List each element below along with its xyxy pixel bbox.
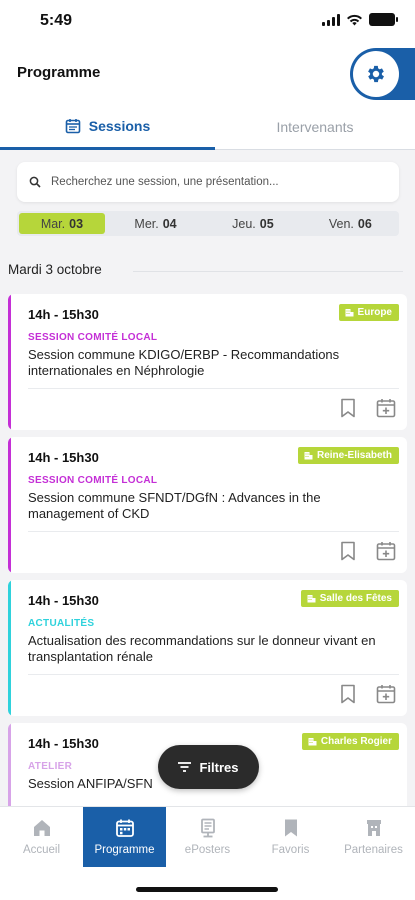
room-badge: Charles Rogier	[301, 733, 399, 750]
session-time: 14h - 15h30	[28, 593, 99, 608]
session-category: ACTUALITÉS	[28, 618, 95, 629]
filters-label: Filtres	[199, 759, 239, 775]
nav-programme[interactable]: Programme	[83, 807, 166, 867]
nav-label: Partenaires	[344, 844, 403, 856]
bookmark-icon[interactable]	[340, 541, 356, 561]
session-time: 14h - 15h30	[28, 307, 99, 322]
home-icon	[33, 820, 50, 836]
day-number: 03	[69, 216, 84, 231]
session-category: ATELIER	[28, 761, 73, 772]
bookmark-icon	[284, 819, 297, 837]
signal-icon	[322, 13, 340, 26]
partners-icon	[366, 820, 381, 836]
tab-speakers[interactable]: Intervenants	[215, 104, 415, 150]
bottom-nav: Accueil Programme ePosters Favoris Parte…	[0, 806, 415, 900]
session-title: Session commune SFNDT/DGfN : Advances in…	[28, 490, 321, 521]
home-indicator	[136, 887, 278, 892]
session-time: 14h - 15h30	[28, 450, 99, 465]
room-name: Salle des Fêtes	[319, 593, 392, 604]
session-title: Actualisation des recommandations sur le…	[28, 633, 376, 664]
nav-favoris[interactable]: Favoris	[249, 807, 332, 867]
session-card[interactable]: 14h - 15h30 Salle des Fêtes ACTUALITÉS A…	[8, 580, 407, 716]
building-icon	[307, 595, 316, 603]
filters-button[interactable]: Filtres	[158, 745, 259, 789]
bookmark-icon[interactable]	[340, 684, 356, 704]
page-title: Programme	[17, 64, 101, 81]
session-title: Session commune KDIGO/ERBP - Recommandat…	[28, 347, 340, 378]
day-selector: Mar. 03 Mer. 04 Jeu. 05 Ven. 06	[17, 211, 399, 236]
nav-label: Programme	[94, 844, 155, 856]
day-name: Ven.	[328, 216, 354, 231]
card-divider	[28, 674, 399, 675]
room-name: Reine-Elisabeth	[316, 450, 392, 461]
date-section-label: Mardi 3 octobre	[8, 262, 102, 277]
bookmark-icon[interactable]	[340, 398, 356, 418]
tab-sessions[interactable]: Sessions	[0, 104, 215, 150]
day-tab-mer[interactable]: Mer. 04	[108, 212, 203, 235]
building-icon	[345, 309, 354, 317]
calendar-icon	[115, 819, 134, 837]
nav-label: Accueil	[22, 844, 61, 856]
nav-partenaires[interactable]: Partenaires	[332, 807, 415, 867]
category-color-bar	[8, 294, 11, 430]
day-name: Mer.	[134, 216, 159, 231]
status-bar: 5:49	[0, 0, 415, 44]
settings-button[interactable]	[350, 48, 415, 100]
search-icon	[29, 176, 41, 188]
session-card[interactable]: 14h - 15h30 Europe SESSION COMITÉ LOCAL …	[8, 294, 407, 430]
gear-icon	[368, 65, 384, 83]
calendar-icon	[65, 118, 81, 133]
battery-icon	[369, 13, 398, 26]
wifi-icon	[347, 14, 362, 25]
category-color-bar	[8, 437, 11, 573]
search-bar	[17, 162, 399, 202]
add-to-calendar-icon[interactable]	[376, 684, 396, 704]
nav-eposters[interactable]: ePosters	[166, 807, 249, 867]
day-tab-ven[interactable]: Ven. 06	[303, 212, 398, 235]
category-color-bar	[8, 580, 11, 716]
add-to-calendar-icon[interactable]	[376, 541, 396, 561]
poster-icon	[200, 818, 215, 838]
search-input[interactable]	[51, 176, 381, 188]
app-header: Programme	[0, 44, 415, 104]
day-number: 04	[162, 216, 177, 231]
building-icon	[304, 452, 313, 460]
building-icon	[308, 738, 317, 746]
add-to-calendar-icon[interactable]	[376, 398, 396, 418]
category-color-bar	[8, 723, 11, 806]
room-badge: Europe	[338, 304, 399, 321]
session-category: SESSION COMITÉ LOCAL	[28, 332, 158, 343]
card-divider	[28, 388, 399, 389]
room-badge: Reine-Elisabeth	[297, 447, 399, 464]
status-time: 5:49	[40, 12, 73, 29]
nav-label: Favoris	[271, 844, 310, 856]
nav-label: ePosters	[184, 844, 231, 856]
section-divider	[133, 271, 403, 272]
session-category: SESSION COMITÉ LOCAL	[28, 475, 158, 486]
tab-bar: Sessions Intervenants	[0, 104, 415, 150]
session-card[interactable]: 14h - 15h30 Reine-Elisabeth SESSION COMI…	[8, 437, 407, 573]
filter-icon	[178, 762, 192, 772]
day-name: Mar.	[40, 216, 66, 231]
day-number: 06	[357, 216, 372, 231]
tab-speakers-label: Intervenants	[276, 119, 354, 135]
day-name: Jeu.	[232, 216, 256, 231]
day-tab-jeu[interactable]: Jeu. 05	[205, 212, 300, 235]
session-time: 14h - 15h30	[28, 736, 99, 751]
tab-sessions-label: Sessions	[88, 117, 151, 134]
room-name: Charles Rogier	[320, 736, 392, 747]
settings-button-inner	[353, 51, 399, 97]
room-badge: Salle des Fêtes	[300, 590, 399, 607]
room-name: Europe	[357, 307, 392, 318]
day-tab-mar[interactable]: Mar. 03	[19, 213, 105, 234]
day-number: 05	[259, 216, 274, 231]
status-icons	[322, 13, 398, 26]
nav-accueil[interactable]: Accueil	[0, 807, 83, 867]
card-divider	[28, 531, 399, 532]
